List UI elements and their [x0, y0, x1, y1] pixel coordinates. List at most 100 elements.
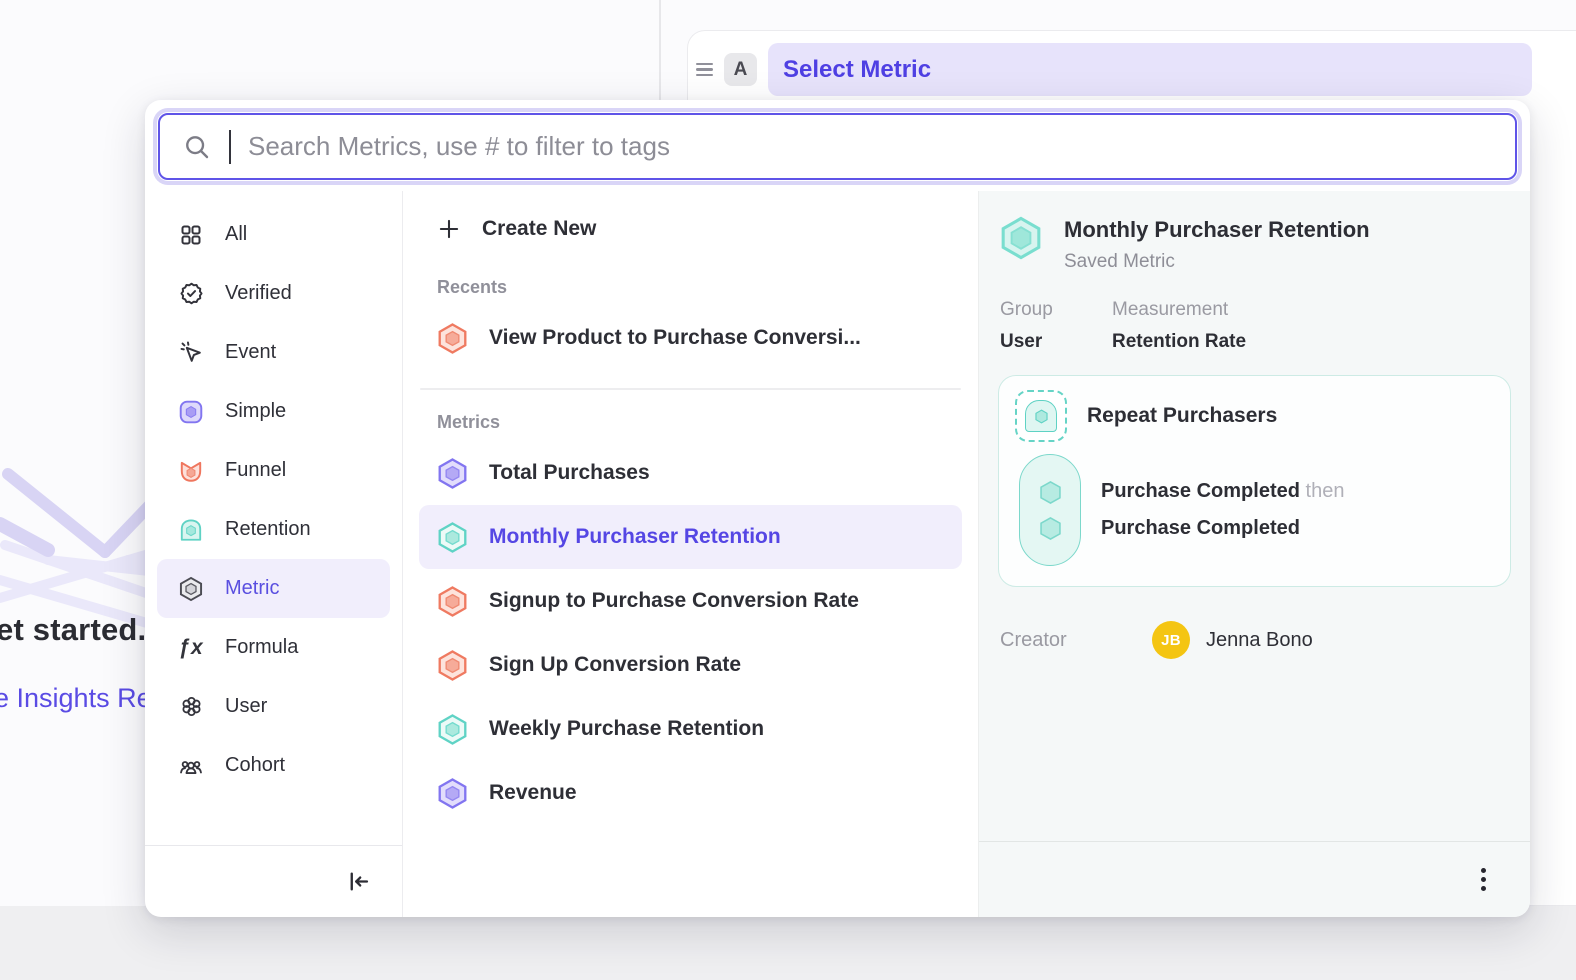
- text-caret: [229, 130, 231, 164]
- retention-hexagon-icon-large: [998, 215, 1044, 261]
- metric-item-monthly-purchaser-retention[interactable]: Monthly Purchaser Retention: [419, 505, 962, 569]
- metric-item-label: Total Purchases: [489, 461, 650, 485]
- creator-avatar: JB: [1152, 621, 1190, 659]
- sidebar-item-label: Metric: [225, 577, 279, 600]
- verified-badge-icon: [178, 281, 204, 306]
- metric-detail-panel: Monthly Purchaser Retention Saved Metric…: [978, 191, 1530, 917]
- sidebar-item-label: Verified: [225, 282, 292, 305]
- background-headline-fragment: et started.: [0, 612, 146, 648]
- retention-hexagon-icon: [436, 521, 469, 554]
- formula-icon: ƒx: [178, 636, 204, 660]
- background-link-fragment[interactable]: e Insights Re: [0, 683, 152, 714]
- sidebar-item-metric[interactable]: Metric: [157, 559, 390, 618]
- metric-row-header: A Select Metric: [688, 31, 1576, 96]
- metric-item-label: Monthly Purchaser Retention: [489, 525, 781, 549]
- metric-item-total-purchases[interactable]: Total Purchases: [419, 441, 962, 505]
- search-area: Search Metrics, use # to filter to tags: [145, 100, 1530, 191]
- sidebar-item-label: Retention: [225, 518, 311, 541]
- event-hexagon-icon: [1037, 479, 1064, 506]
- metric-item-label: Weekly Purchase Retention: [489, 717, 764, 741]
- group-value: User: [1000, 331, 1090, 353]
- definition-card: Repeat Purchasers: [998, 375, 1511, 587]
- step-event-name: Purchase Completed: [1101, 517, 1300, 539]
- recent-item-label: View Product to Purchase Conversi...: [489, 326, 861, 350]
- sidebar-item-label: Cohort: [225, 754, 285, 777]
- select-metric-pill[interactable]: Select Metric: [768, 43, 1532, 96]
- creator-name: Jenna Bono: [1206, 629, 1313, 652]
- sidebar-footer: [145, 845, 402, 917]
- sidebar-item-verified[interactable]: Verified: [157, 264, 390, 323]
- event-hexagon-icon: [1037, 515, 1064, 542]
- sidebar-item-all[interactable]: All: [157, 205, 390, 264]
- create-new-button[interactable]: Create New: [419, 201, 962, 257]
- group-label: Group: [1000, 299, 1090, 321]
- sidebar-item-cohort[interactable]: Cohort: [157, 736, 390, 795]
- sidebar-item-user[interactable]: User: [157, 677, 390, 736]
- search-icon: [182, 132, 212, 162]
- step-event-name: Purchase Completed: [1101, 480, 1300, 502]
- retention-metric-icon: [178, 517, 204, 543]
- creator-label: Creator: [1000, 629, 1152, 652]
- metric-list-column: Create New Recents View Product to Purch…: [403, 191, 978, 917]
- metric-selector-modal: Search Metrics, use # to filter to tags …: [145, 100, 1530, 917]
- more-options-icon[interactable]: [1475, 862, 1492, 897]
- simple-hexagon-icon: [436, 777, 469, 810]
- event-cursor-icon: [178, 340, 204, 365]
- simple-hexagon-icon: [436, 457, 469, 490]
- metric-item-signup-to-purchase-conversion-rate[interactable]: Signup to Purchase Conversion Rate: [419, 569, 962, 633]
- simple-metric-icon: [178, 399, 204, 425]
- background-bottom-strip: [0, 906, 1576, 980]
- definition-step-1: Purchase Completed then: [1101, 480, 1344, 503]
- sidebar-item-label: Formula: [225, 636, 298, 659]
- recent-item[interactable]: View Product to Purchase Conversi...: [419, 306, 962, 370]
- sidebar-item-label: User: [225, 695, 267, 718]
- metric-item-label: Revenue: [489, 781, 577, 805]
- funnel-hexagon-icon: [436, 649, 469, 682]
- measurement-label: Measurement: [1112, 299, 1246, 321]
- grid-all-icon: [178, 223, 204, 247]
- measurement-value: Retention Rate: [1112, 331, 1246, 353]
- cohort-people-icon: [178, 753, 204, 779]
- sidebar-item-label: Simple: [225, 400, 286, 423]
- detail-title: Monthly Purchaser Retention: [1064, 217, 1370, 243]
- step-connector: then: [1306, 480, 1345, 502]
- sidebar-item-event[interactable]: Event: [157, 323, 390, 382]
- collapse-sidebar-icon[interactable]: [345, 868, 372, 895]
- creator-row: Creator JB Jenna Bono: [998, 621, 1511, 659]
- metric-item-sign-up-conversion-rate[interactable]: Sign Up Conversion Rate: [419, 633, 962, 697]
- user-cluster-icon: [178, 694, 204, 719]
- sidebar-item-simple[interactable]: Simple: [157, 382, 390, 441]
- metric-item-weekly-purchase-retention[interactable]: Weekly Purchase Retention: [419, 697, 962, 761]
- sidebar-item-label: Event: [225, 341, 276, 364]
- event-sequence-capsule: [1019, 454, 1081, 566]
- metric-item-label: Signup to Purchase Conversion Rate: [489, 589, 859, 613]
- plus-icon: [436, 216, 462, 242]
- detail-footer: [979, 841, 1530, 917]
- definition-step-2: Purchase Completed: [1101, 517, 1344, 540]
- type-sidebar: All Verified: [145, 191, 403, 917]
- saved-metric-icon: [178, 576, 204, 602]
- funnel-metric-icon: [178, 458, 204, 484]
- sidebar-item-retention[interactable]: Retention: [157, 500, 390, 559]
- sidebar-item-label: Funnel: [225, 459, 286, 482]
- drag-handle-icon[interactable]: [696, 63, 713, 76]
- definition-title: Repeat Purchasers: [1087, 404, 1277, 428]
- metric-item-label: Sign Up Conversion Rate: [489, 653, 741, 677]
- metrics-header: Metrics: [437, 412, 962, 433]
- sidebar-item-funnel[interactable]: Funnel: [157, 441, 390, 500]
- create-new-label: Create New: [482, 217, 596, 241]
- search-input[interactable]: Search Metrics, use # to filter to tags: [158, 113, 1517, 180]
- list-divider: [420, 388, 961, 390]
- funnel-hexagon-icon: [436, 585, 469, 618]
- series-a-badge: A: [724, 53, 757, 86]
- metric-item-revenue[interactable]: Revenue: [419, 761, 962, 825]
- recents-header: Recents: [437, 277, 962, 298]
- detail-subtitle: Saved Metric: [1064, 251, 1370, 273]
- sidebar-item-label: All: [225, 223, 247, 246]
- retention-definition-icon: [1015, 390, 1067, 442]
- search-placeholder: Search Metrics, use # to filter to tags: [248, 131, 670, 162]
- sidebar-item-formula[interactable]: ƒx Formula: [157, 618, 390, 677]
- detail-meta: Group User Measurement Retention Rate: [998, 299, 1511, 353]
- funnel-hexagon-icon: [436, 322, 469, 355]
- retention-hexagon-icon: [436, 713, 469, 746]
